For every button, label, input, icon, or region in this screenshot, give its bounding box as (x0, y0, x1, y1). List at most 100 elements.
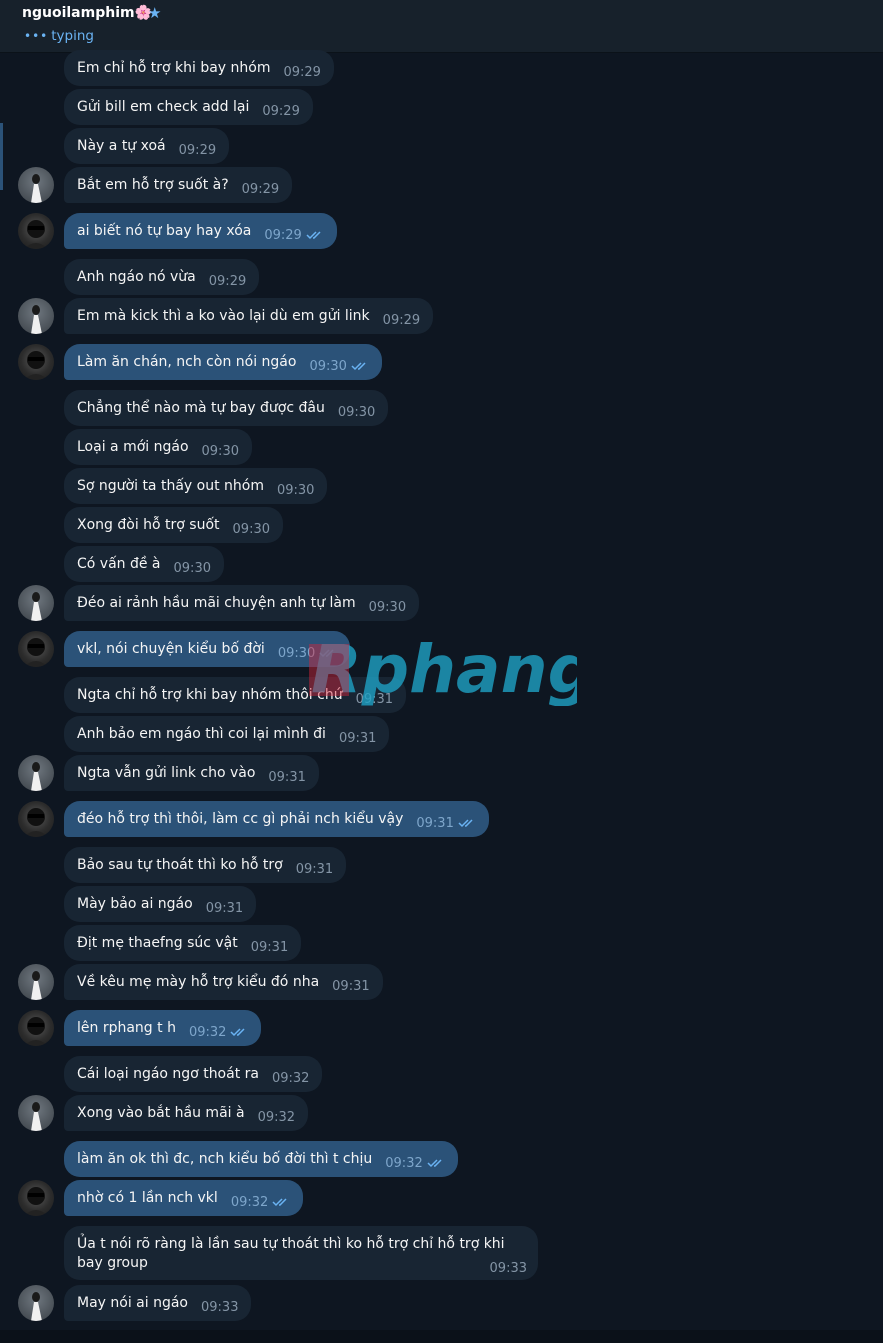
message-bubble[interactable]: Ngta vẫn gửi link cho vào 09:31 (64, 755, 319, 791)
message-bubble[interactable]: Sợ người ta thấy out nhóm 09:30 (64, 468, 328, 504)
message-bubble[interactable]: Loại a mới ngáo 09:30 (64, 429, 252, 465)
avatar[interactable] (18, 1285, 54, 1321)
message-time: 09:29 (208, 273, 247, 289)
message-bubble[interactable]: Làm ăn chán, nch còn nói ngáo 09:30 (64, 344, 382, 380)
message-bubble[interactable]: Ủa t nói rõ ràng là lần sau tự thoát thì… (64, 1226, 538, 1280)
avatar[interactable] (18, 585, 54, 621)
message-bubble[interactable]: Chẳng thể nào mà tự bay được đâu 09:30 (64, 390, 389, 426)
message-bubble[interactable]: May nói ai ngáo 09:33 (64, 1285, 252, 1321)
message-time: 09:31 (332, 978, 370, 994)
avatar[interactable] (18, 1095, 54, 1131)
message-bubble[interactable]: Bắt em hỗ trợ suốt à? 09:29 (64, 167, 293, 203)
message-time: 09:31 (338, 730, 377, 746)
message-time: 09:32 (257, 1109, 296, 1125)
avatar[interactable] (18, 1180, 54, 1216)
message-time: 09:29 (382, 312, 421, 328)
message-text: Ngta vẫn gửi link cho vào (77, 765, 256, 781)
message-time: 09:31 (250, 939, 289, 955)
message-time: 09:31 (205, 900, 244, 916)
message-text: Có vấn đề à (77, 556, 161, 572)
message-text: Em mà kick thì a ko vào lại dù em gửi li… (77, 308, 370, 324)
message-text: Anh bảo em ngáo thì coi lại mình đi (77, 726, 326, 742)
read-check-icon (351, 362, 366, 371)
message-time: 09:32 (385, 1155, 423, 1171)
message-bubble[interactable]: Địt mẹ thaefng súc vật 09:31 (64, 925, 302, 961)
message-time: 09:30 (337, 404, 376, 420)
avatar[interactable] (18, 213, 54, 249)
message-text: Anh ngáo nó vừa (77, 269, 196, 285)
message-time: 09:33 (201, 1299, 239, 1315)
message-text: Xong vào bắt hầu mãi à (77, 1105, 245, 1121)
message-time: 09:30 (201, 443, 239, 459)
message-time: 09:31 (295, 861, 334, 877)
message-text: Địt mẹ thaefng súc vật (77, 935, 238, 951)
message-text: Ngta chỉ hỗ trợ khi bay nhóm thôi chứ (77, 687, 343, 703)
message-time: 09:30 (309, 358, 347, 374)
message-bubble[interactable]: Cái loại ngáo ngơ thoát ra 09:32 (64, 1056, 323, 1092)
message-text: đéo hỗ trợ thì thôi, làm cc gì phải nch … (77, 811, 404, 827)
message-bubble[interactable]: làm ăn ok thì đc, nch kiểu bố đời thì t … (64, 1141, 458, 1177)
message-bubble[interactable]: Xong vào bắt hầu mãi à 09:32 (64, 1095, 309, 1131)
message-bubble[interactable]: Em chỉ hỗ trợ khi bay nhóm 09:29 (64, 50, 334, 86)
message-text: Gửi bill em check add lại (77, 99, 250, 115)
message-time: 09:32 (188, 1024, 227, 1040)
read-check-icon (306, 231, 321, 240)
message-text: Loại a mới ngáo (77, 439, 189, 455)
message-time: 09:30 (276, 482, 315, 498)
read-check-icon (272, 1198, 287, 1207)
avatar[interactable] (18, 1010, 54, 1046)
message-bubble[interactable]: Bảo sau tự thoát thì ko hỗ trợ 09:31 (64, 847, 347, 883)
message-bubble[interactable]: nhờ có 1 lần nch vkl 09:32 (64, 1180, 304, 1216)
message-text: Ủa t nói rõ ràng là lần sau tự thoát thì… (77, 1236, 505, 1271)
message-text: Bắt em hỗ trợ suốt à? (77, 177, 229, 193)
avatar[interactable] (18, 801, 54, 837)
avatar[interactable] (18, 298, 54, 334)
message-time: 09:29 (178, 142, 217, 158)
message-bubble[interactable]: Ngta chỉ hỗ trợ khi bay nhóm thôi chứ 09:… (64, 677, 407, 713)
message-bubble[interactable]: Anh ngáo nó vừa 09:29 (64, 259, 260, 295)
message-bubble[interactable]: lên rphang t h 09:32 (64, 1010, 262, 1046)
message-bubble[interactable]: Về kêu mẹ mày hỗ trợ kiểu đó nha 09:31 (64, 964, 383, 1000)
message-time: 09:29 (264, 227, 302, 243)
message-time: 09:30 (173, 560, 211, 576)
message-bubble[interactable]: Gửi bill em check add lại 09:29 (64, 89, 313, 125)
message-text: Về kêu mẹ mày hỗ trợ kiểu đó nha (77, 974, 320, 990)
message-text: Đéo ai rảnh hầu mãi chuyện anh tự làm (77, 595, 356, 611)
message-time: 09:33 (489, 1261, 527, 1276)
message-bubble[interactable]: Xong đòi hỗ trợ suốt 09:30 (64, 507, 283, 543)
avatar[interactable] (18, 755, 54, 791)
read-check-icon (427, 1159, 442, 1168)
message-bubble[interactable]: Em mà kick thì a ko vào lại dù em gửi li… (64, 298, 434, 334)
message-time: 09:29 (241, 181, 280, 197)
message-bubble[interactable]: Mày bảo ai ngáo 09:31 (64, 886, 257, 922)
avatar[interactable] (18, 631, 54, 667)
message-list[interactable]: Em chỉ hỗ trợ khi bay nhóm 09:29 Gửi bill… (0, 0, 883, 1343)
message-text: Cái loại ngáo ngơ thoát ra (77, 1066, 259, 1082)
message-time: 09:32 (271, 1070, 310, 1086)
message-bubble[interactable]: Này a tự xoá 09:29 (64, 128, 230, 164)
message-text: lên rphang t h (77, 1020, 176, 1036)
read-check-icon (458, 819, 473, 828)
read-check-icon (319, 649, 334, 658)
message-time: 09:29 (283, 64, 321, 80)
message-time: 09:31 (416, 815, 454, 831)
message-text: vkl, nói chuyện kiểu bố đời (77, 641, 265, 657)
message-bubble[interactable]: Anh bảo em ngáo thì coi lại mình đi 09:31 (64, 716, 390, 752)
message-bubble[interactable]: Đéo ai rảnh hầu mãi chuyện anh tự làm 09:… (64, 585, 420, 621)
message-time: 09:30 (368, 599, 407, 615)
message-time: 09:31 (355, 691, 394, 707)
message-time: 09:30 (232, 521, 270, 537)
message-text: Em chỉ hỗ trợ khi bay nhóm (77, 60, 271, 76)
message-time: 09:30 (277, 645, 316, 661)
avatar[interactable] (18, 167, 54, 203)
avatar[interactable] (18, 964, 54, 1000)
message-bubble[interactable]: Có vấn đề à 09:30 (64, 546, 224, 582)
read-check-icon (230, 1028, 245, 1037)
message-text: Bảo sau tự thoát thì ko hỗ trợ (77, 857, 283, 873)
message-text: Chẳng thể nào mà tự bay được đâu (77, 400, 325, 416)
message-text: ai biết nó tự bay hay xóa (77, 223, 252, 239)
message-bubble[interactable]: đéo hỗ trợ thì thôi, làm cc gì phải nch … (64, 801, 489, 837)
message-bubble[interactable]: ai biết nó tự bay hay xóa 09:29 (64, 213, 337, 249)
message-bubble[interactable]: vkl, nói chuyện kiểu bố đời 09:30 (64, 631, 351, 667)
avatar[interactable] (18, 344, 54, 380)
